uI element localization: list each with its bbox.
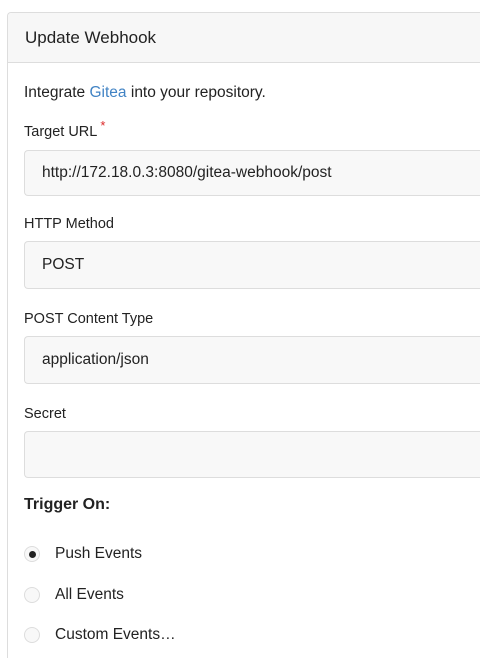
radio-label: Push Events [55, 545, 143, 562]
page-title: Update Webhook [25, 27, 157, 47]
content-type-label: POST Content Type [24, 311, 154, 327]
intro-after: into your repository. [126, 84, 266, 101]
radio-label: Custom Events… [55, 626, 176, 643]
secret-label: Secret [24, 406, 66, 422]
content-type-value: application/json [42, 351, 149, 368]
content-type-select[interactable]: application/json [24, 336, 480, 384]
target-url-label-text: Target URL [24, 124, 98, 140]
radio-label: All Events [55, 586, 124, 603]
http-method-value: POST [42, 256, 85, 273]
target-url-label: Target URL * [24, 118, 105, 140]
trigger-heading: Trigger On: [24, 496, 111, 513]
intro-before: Integrate [24, 84, 90, 101]
target-url-value: http://172.18.0.3:8080/gitea-webhook/pos… [42, 164, 332, 181]
radio-all-events[interactable]: All Events [24, 586, 124, 604]
radio-unchecked-icon [24, 587, 40, 603]
secret-input[interactable] [24, 431, 480, 478]
radio-unchecked-icon [24, 627, 40, 643]
http-method-select[interactable]: POST [24, 241, 480, 289]
required-mark: * [100, 118, 106, 133]
radio-custom-events[interactable]: Custom Events… [24, 626, 176, 644]
radio-push-events[interactable]: Push Events [24, 545, 142, 563]
radio-checked-icon [24, 546, 40, 562]
http-method-label: HTTP Method [24, 216, 114, 232]
gitea-link[interactable]: Gitea [90, 84, 127, 101]
intro-text: Integrate Gitea into your repository. [24, 84, 266, 102]
target-url-input[interactable]: http://172.18.0.3:8080/gitea-webhook/pos… [24, 150, 480, 196]
card-header: Update Webhook [8, 13, 480, 63]
